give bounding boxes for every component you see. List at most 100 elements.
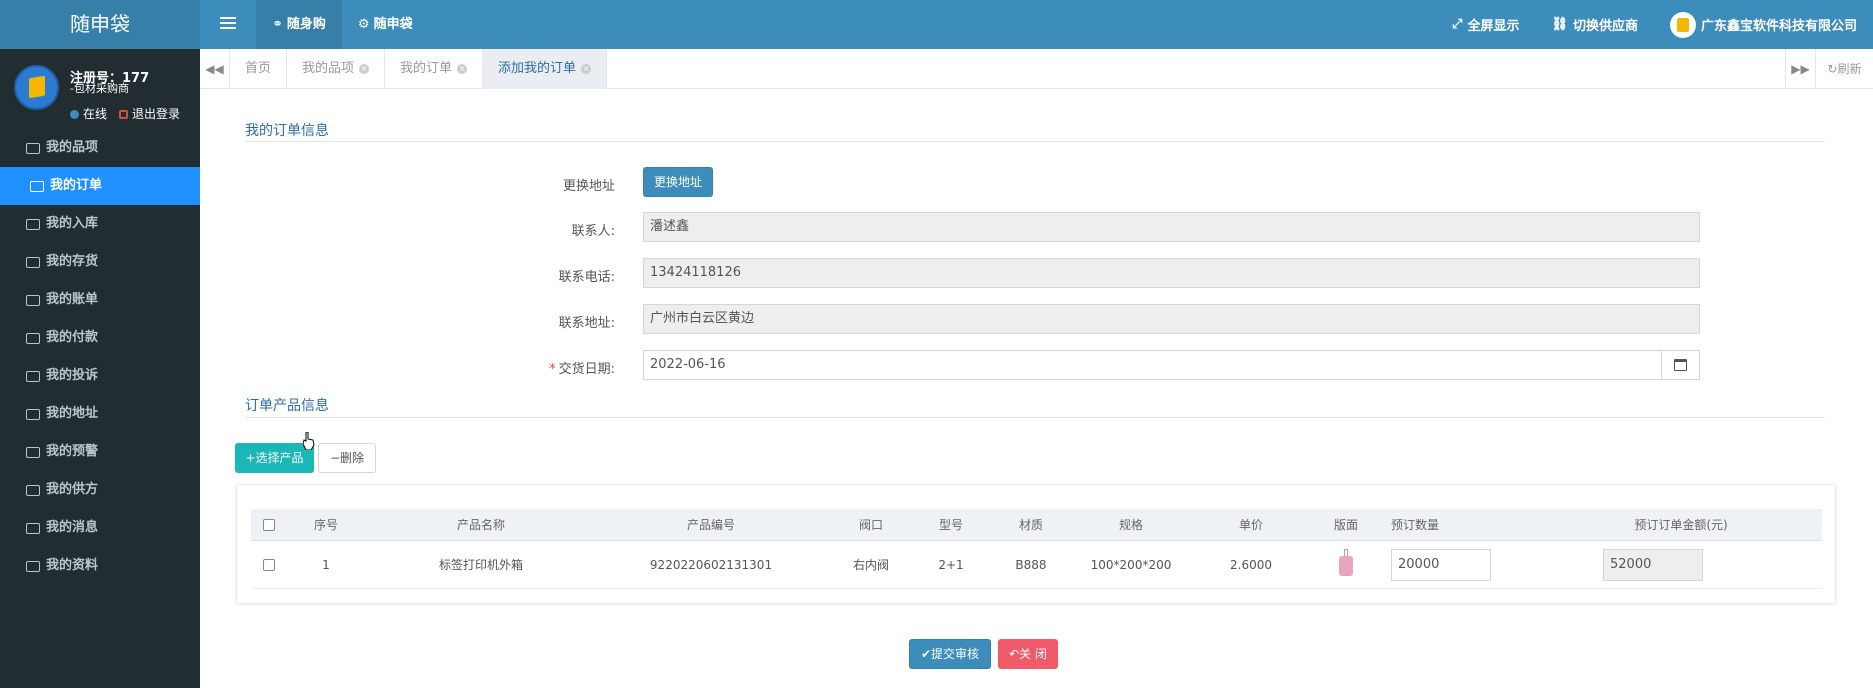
link-icon: ⛓ — [1551, 17, 1568, 32]
select-all-checkbox[interactable] — [263, 519, 275, 531]
delivery-date-label: * 交货日期: — [455, 358, 615, 377]
top-right-menu: ⤢ 全屏显示 ⛓ 切换供应商 广东鑫宝软件科技有限公司 — [1436, 0, 1873, 49]
close-button[interactable]: ↶关 闭 — [998, 639, 1058, 669]
order-info-title: 我的订单信息 — [245, 123, 329, 139]
refresh-icon: ↻ — [1827, 62, 1838, 76]
column-header: 阀口 — [858, 518, 883, 532]
calendar-icon — [1674, 359, 1687, 371]
divider — [245, 141, 1825, 142]
switch-supplier-button[interactable]: ⛓ 切换供应商 — [1535, 15, 1654, 34]
submit-label: 提交审核 — [931, 647, 980, 661]
tabs-scroll-right-icon[interactable]: ▶▶ — [1785, 49, 1815, 89]
sidebar-item-label: 我的存货 — [46, 254, 99, 269]
sitemap-icon — [26, 142, 40, 154]
close-icon[interactable]: × — [457, 64, 468, 74]
column-header: 单价 — [1238, 518, 1263, 532]
brand-title: 随申袋 — [0, 0, 200, 49]
tabs-bar: ◀◀ 首页 我的品项 × 我的订单 × 添加我的订单 × ▶▶ ↻刷新 — [200, 49, 1873, 89]
table-header: 序号 产品名称 产品编号 阀口 型号 材质 规格 单价 版面 预订数量 预订订单… — [251, 509, 1822, 541]
change-address-label: 更换地址 — [562, 179, 615, 194]
top-nav: ⚭ 随身购 ⚙ 随申袋 — [256, 0, 429, 49]
top-nav-suishengou[interactable]: ⚭ 随身购 — [256, 0, 342, 49]
tab-my-orders[interactable]: 我的订单 × — [385, 49, 484, 89]
calendar-button[interactable] — [1661, 351, 1699, 379]
sidebar-item-inventory[interactable]: 我的存货 — [0, 243, 200, 281]
row-product-code: 9220220602131301 — [649, 558, 773, 572]
sidebar-item-profile[interactable]: 我的资料 — [0, 547, 200, 585]
sidebar-item-label: 我的账单 — [46, 292, 99, 307]
row-price: 2.6000 — [1230, 558, 1272, 572]
user-status: 在线 退出登录 — [70, 105, 180, 122]
sidebar-item-complaints[interactable]: 我的投诉 — [0, 357, 200, 395]
close-icon[interactable]: × — [581, 64, 592, 74]
sidebar-item-inbound[interactable]: 我的入库 — [0, 205, 200, 243]
sidebar: 注册号：177 -包材采购商 在线 退出登录 我的品项 我的订单 我的入库 我的… — [0, 49, 200, 688]
required-mark: * — [549, 362, 556, 377]
logout-icon — [119, 110, 129, 119]
quantity-input[interactable]: 20000 — [1391, 549, 1491, 581]
sidebar-item-label: 我的订单 — [50, 178, 103, 193]
sidebar-item-payments[interactable]: 我的付款 — [0, 319, 200, 357]
column-header: 预订数量 — [1391, 518, 1440, 532]
fullscreen-label: 全屏显示 — [1467, 19, 1520, 34]
handshake-icon: ⚭ — [272, 17, 283, 32]
hourglass-icon — [26, 484, 40, 496]
sidebar-item-alerts[interactable]: 我的预警 — [0, 433, 200, 471]
switch-supplier-label: 切换供应商 — [1572, 19, 1638, 34]
top-header: 随申袋 ⚭ 随身购 ⚙ 随申袋 ⤢ 全屏显示 ⛓ 切换供应商 广东鑫宝软件科技有… — [0, 0, 1873, 49]
address-label: 联系地址: — [558, 316, 615, 331]
column-header: 版面 — [1333, 518, 1358, 532]
refresh-label: 刷新 — [1837, 62, 1862, 76]
id-card-icon — [26, 560, 40, 572]
logout-link[interactable]: 退出登录 — [119, 105, 180, 122]
close-icon[interactable]: × — [359, 64, 370, 74]
sidebar-item-label: 我的地址 — [46, 406, 99, 421]
online-dot-icon — [70, 110, 79, 119]
column-header: 材质 — [1018, 518, 1043, 532]
product-table: 序号 产品名称 产品编号 阀口 型号 材质 规格 单价 版面 预订数量 预订订单… — [236, 484, 1836, 604]
gear-icon: ⚙ — [357, 17, 370, 32]
fullscreen-button[interactable]: ⤢ 全屏显示 — [1436, 15, 1535, 34]
table-row: 1 标签打印机外箱 9220220602131301 右内阀 2+1 B888 … — [251, 541, 1822, 589]
company-menu[interactable]: 广东鑫宝软件科技有限公司 — [1654, 11, 1873, 38]
tabs-scroll-left-icon[interactable]: ◀◀ — [200, 49, 230, 89]
delete-button[interactable]: −删除 — [318, 443, 376, 473]
layout-thumbnail-icon[interactable] — [1339, 549, 1353, 576]
sidebar-item-orders[interactable]: 我的订单 — [0, 167, 200, 205]
bell-slash-icon — [26, 446, 40, 458]
column-header: 序号 — [313, 518, 338, 532]
delivery-date-input[interactable]: 2022-06-16 — [643, 350, 1700, 380]
user-panel: 注册号：177 -包材采购商 在线 退出登录 — [0, 49, 200, 129]
row-spec: 100*200*200 — [1090, 558, 1172, 572]
sidebar-item-products[interactable]: 我的品项 — [0, 129, 200, 167]
phone-field: 13424118126 — [643, 258, 1700, 288]
address-field: 广州市白云区黄边 — [643, 304, 1700, 334]
row-checkbox[interactable] — [263, 559, 275, 571]
sidebar-item-messages[interactable]: 我的消息 — [0, 509, 200, 547]
row-seq: 1 — [322, 558, 330, 572]
row-product-name: 标签打印机外箱 — [438, 558, 523, 572]
avatar — [14, 65, 59, 110]
top-nav-label: 随申袋 — [373, 17, 413, 32]
top-nav-suishendai[interactable]: ⚙ 随申袋 — [342, 0, 429, 49]
bus-icon — [26, 218, 40, 230]
sidebar-item-suppliers[interactable]: 我的供方 — [0, 471, 200, 509]
top-nav-label: 随身购 — [286, 17, 326, 32]
sidebar-toggle-icon[interactable] — [220, 14, 236, 30]
column-header: 型号 — [938, 518, 963, 532]
tab-my-products[interactable]: 我的品项 × — [287, 49, 386, 89]
sidebar-item-bills[interactable]: 我的账单 — [0, 281, 200, 319]
submit-review-button[interactable]: ✔提交审核 — [909, 639, 991, 669]
cubes-icon — [26, 256, 40, 268]
refresh-button[interactable]: ↻刷新 — [1815, 49, 1873, 89]
row-valve: 右内阀 — [852, 558, 889, 572]
tab-add-order[interactable]: 添加我的订单 × — [483, 49, 608, 89]
sidebar-item-address[interactable]: 我的地址 — [0, 395, 200, 433]
column-header: 产品编号 — [686, 518, 735, 532]
desktop-icon — [30, 180, 44, 192]
tab-home[interactable]: 首页 — [230, 49, 288, 89]
globe-icon — [26, 522, 40, 534]
change-address-button[interactable]: 更换地址 — [643, 167, 713, 197]
delete-label: 删除 — [340, 451, 365, 465]
mouse-cursor-icon — [303, 432, 315, 450]
